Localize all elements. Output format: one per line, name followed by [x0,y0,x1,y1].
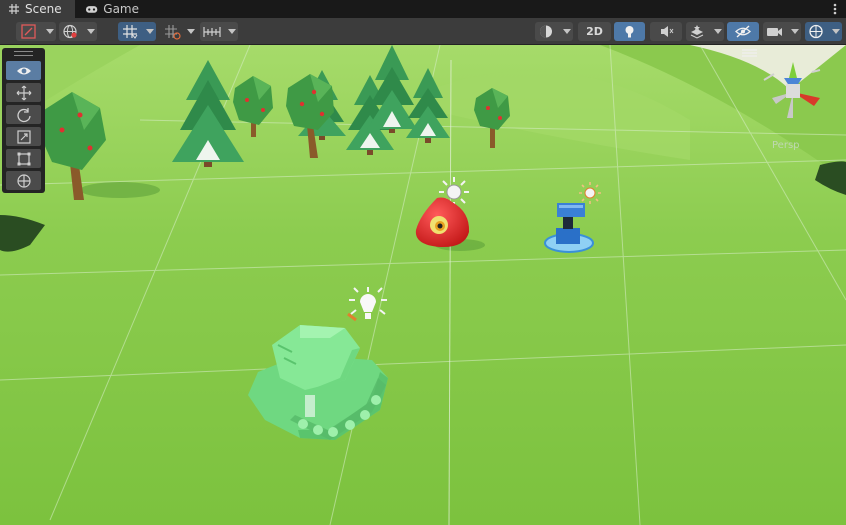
camera-dropdown[interactable] [763,22,801,41]
grid-snap-toggle[interactable] [118,22,156,41]
rect-icon [17,152,30,165]
scale-tool[interactable] [6,127,41,146]
lighting-toggle[interactable] [614,22,645,41]
tab-bar: Scene Game [0,0,846,18]
audio-toggle[interactable] [650,22,682,41]
tab-scene[interactable]: Scene [0,0,75,18]
increment-snap-icon [165,25,181,40]
effects-icon [690,25,704,39]
lightbulb-icon [625,26,634,38]
eye-slash-icon [735,25,751,38]
overlay-menu-icon[interactable] [741,48,758,58]
grid-snap-icon [123,25,138,39]
eye-icon [16,67,31,74]
scale-icon [16,129,31,144]
transform-icon [16,173,31,188]
camera-icon [767,28,782,36]
grid-icon [9,4,19,14]
view-tool[interactable] [6,61,41,80]
gizmos-dropdown[interactable] [805,22,842,41]
projection-label[interactable]: Persp [772,140,800,151]
increment-snap-dropdown[interactable] [160,22,197,41]
tab-game[interactable]: Game [77,0,147,18]
gizmo-globe-icon [809,24,823,39]
overlay-grip[interactable] [14,51,33,56]
shading-sphere-icon [540,25,552,38]
tab-scene-label: Scene [25,2,62,16]
scene-tools-overlay [2,48,45,193]
scene-viewport[interactable]: Persp [0,45,846,525]
move-tool[interactable] [6,83,41,102]
2d-label: 2D [586,25,603,38]
gamepad-icon [85,6,98,13]
2d-toggle[interactable]: 2D [578,22,611,41]
more-options-icon[interactable] [830,1,840,17]
draw-mode-dropdown[interactable] [16,22,56,41]
snap-settings-dropdown[interactable] [200,22,238,41]
move-arrows-icon [16,85,31,100]
rect-tool[interactable] [6,149,41,168]
hidden-objects-toggle[interactable] [727,22,759,41]
effects-dropdown[interactable] [686,22,724,41]
scene-render[interactable] [0,45,846,525]
shading-mode-dropdown[interactable] [535,22,573,41]
audio-icon [661,26,674,37]
draw-mode-icon [21,24,36,39]
orientation-gizmo[interactable] [762,58,824,128]
rotate-icon [16,107,31,122]
globe-icon [63,24,77,39]
rotate-tool[interactable] [6,105,41,124]
transform-tool[interactable] [6,171,41,190]
tab-game-label: Game [103,2,139,16]
ruler-icon [203,27,221,37]
scene-toolbar: 2D [0,18,846,45]
global-dropdown[interactable] [59,22,97,41]
